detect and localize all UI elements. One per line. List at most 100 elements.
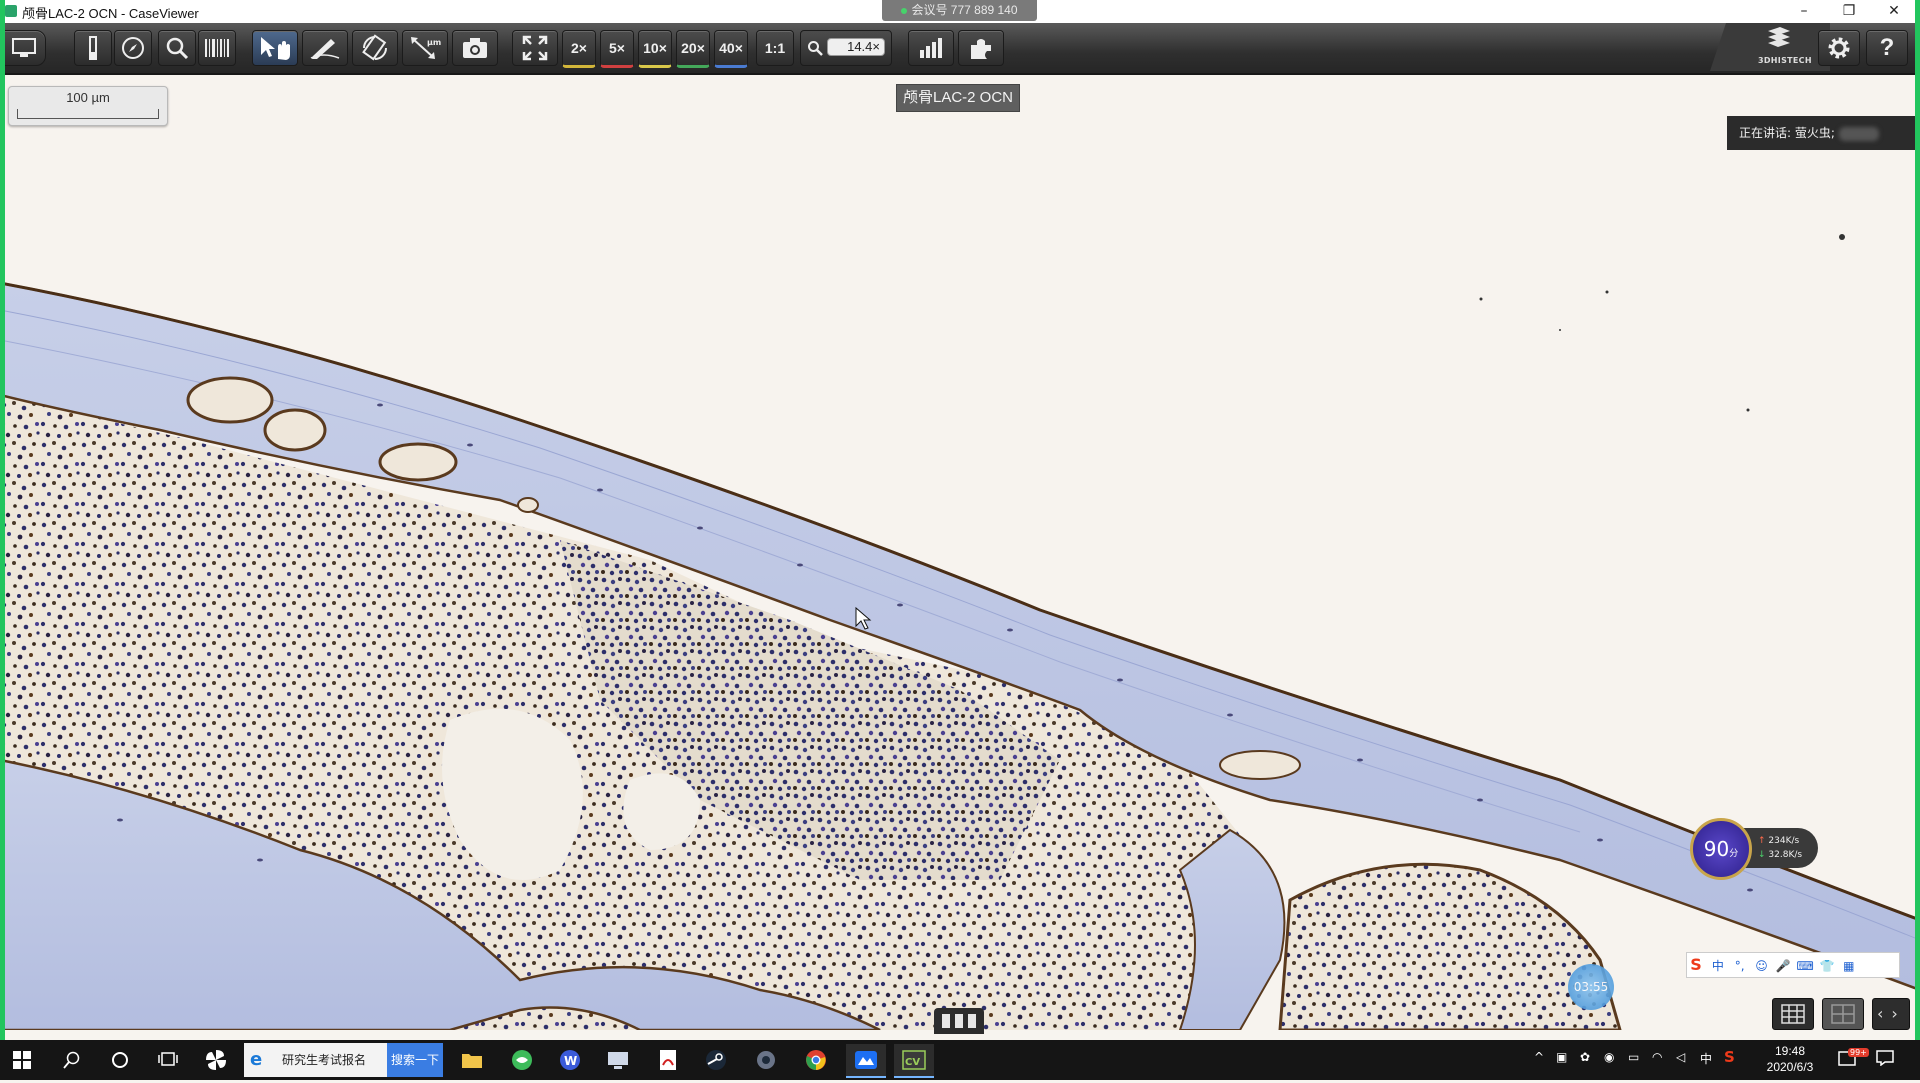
app-pinwheel[interactable] — [196, 1044, 236, 1076]
split-view-button[interactable] — [1822, 998, 1864, 1030]
start-button[interactable] — [2, 1044, 42, 1076]
meeting-id: 会议号 777 889 140 — [911, 3, 1018, 17]
ime-item[interactable]: 👕 — [1818, 954, 1836, 978]
snapshot-button[interactable] — [452, 30, 498, 66]
ime-item[interactable]: ⌨ — [1796, 954, 1814, 978]
filmstrip-icon — [968, 1014, 976, 1028]
task-view-icon — [158, 1052, 178, 1066]
ime-toolbar[interactable]: S 中 °, ☺ 🎤 ⌨ 👕 ▦ — [1686, 952, 1900, 978]
app-monitor-button[interactable] — [598, 1044, 638, 1076]
help-button[interactable]: ? — [1866, 30, 1908, 66]
tray-app-icon[interactable]: ▣ — [1556, 1050, 1567, 1064]
mag-5x-button[interactable]: 5× — [600, 30, 634, 68]
search-button[interactable] — [52, 1044, 92, 1076]
computer-icon — [608, 1052, 628, 1069]
close-button[interactable]: ✕ — [1883, 1, 1905, 21]
svg-text:µm: µm — [427, 38, 441, 47]
display-button[interactable] — [2, 30, 46, 66]
mag-10x-button[interactable]: 10× — [638, 30, 672, 68]
meeting-app-icon — [855, 1051, 877, 1069]
scale-bar: 100 µm — [8, 86, 168, 126]
compass-icon — [122, 37, 144, 59]
ime-item[interactable]: ☺ — [1752, 954, 1770, 978]
pdf-reader-button[interactable] — [648, 1044, 688, 1076]
search-icon — [808, 41, 823, 56]
fit-to-screen-button[interactable] — [512, 30, 558, 66]
wps-button[interactable]: W — [550, 1044, 590, 1076]
gear-icon — [1828, 37, 1850, 59]
app-icon — [5, 5, 17, 17]
scale-bar-label: 100 µm — [66, 90, 110, 105]
recording-timer[interactable]: 03:55 — [1568, 964, 1614, 1010]
upload-speed: 234K/s — [1768, 836, 1800, 846]
network-widget[interactable]: ↑ 234K/s ↓ 32.8K/s 90分 — [1690, 818, 1830, 880]
app-green-button[interactable] — [502, 1044, 542, 1076]
mag-40x-button[interactable]: 40× — [714, 30, 748, 68]
tray-app-icon[interactable]: ✿ — [1580, 1050, 1590, 1064]
chevron-right-icon[interactable]: › — [1883, 1004, 1897, 1023]
annotation-button[interactable] — [302, 30, 348, 66]
battery-icon[interactable]: ▭ — [1628, 1050, 1639, 1064]
grid-icon — [1781, 1004, 1805, 1024]
zoom-input[interactable]: 14.4× — [827, 38, 885, 56]
plugins-button[interactable] — [958, 30, 1004, 66]
grid-view-button[interactable] — [1772, 998, 1814, 1030]
network-score-value: 90 — [1703, 837, 1730, 861]
action-center-button[interactable] — [1876, 1050, 1896, 1068]
view-layout-buttons: ‹ › — [1772, 998, 1912, 1030]
search-submit-button[interactable]: 搜索一下 — [387, 1043, 443, 1077]
magnifier-button[interactable] — [158, 30, 196, 66]
browser-search-input[interactable]: e 研究生考试报名 — [244, 1043, 387, 1077]
ime-item[interactable]: °, — [1731, 954, 1749, 978]
caseviewer-button[interactable]: CV — [894, 1044, 934, 1078]
tray-app-icon[interactable]: ◉ — [1604, 1050, 1614, 1064]
ime-item[interactable]: ▦ — [1840, 954, 1858, 978]
filmstrip-toggle[interactable] — [934, 1008, 984, 1034]
histogram-button[interactable] — [908, 30, 954, 66]
scale-ruler — [17, 109, 159, 119]
brand-logo: 3DHISTECH — [1710, 23, 1830, 71]
slide-button[interactable] — [74, 30, 112, 66]
clock[interactable]: 19:48 2020/6/3 — [1762, 1043, 1818, 1075]
meeting-app-button[interactable] — [846, 1044, 886, 1078]
pan-tool-button[interactable] — [252, 30, 298, 66]
expand-icon — [522, 35, 548, 61]
camera-icon — [463, 38, 487, 58]
chevron-up-icon[interactable]: ^ — [1534, 1050, 1544, 1064]
settings-button[interactable] — [1818, 30, 1860, 66]
clock-date: 2020/6/3 — [1766, 1060, 1814, 1074]
cortana-button[interactable] — [100, 1044, 140, 1076]
ime-item[interactable]: 🎤 — [1774, 954, 1792, 978]
measure-button[interactable]: µm — [402, 30, 448, 66]
wifi-icon[interactable]: ◠ — [1652, 1050, 1662, 1064]
mag-20x-button[interactable]: 20× — [676, 30, 710, 68]
chevron-left-icon[interactable]: ‹ — [1873, 1004, 1883, 1023]
filmstrip-icon — [955, 1014, 963, 1028]
navigator-button[interactable] — [114, 30, 152, 66]
one-to-one-button[interactable]: 1:1 — [756, 30, 794, 66]
minimize-button[interactable]: – — [1793, 1, 1815, 21]
volume-icon[interactable]: ◁ — [1676, 1050, 1685, 1064]
ime-item[interactable]: 中 — [1709, 954, 1727, 978]
download-speed: 32.8K/s — [1768, 850, 1803, 860]
network-score: 90分 — [1690, 818, 1752, 880]
chrome-button[interactable] — [796, 1044, 836, 1076]
prev-next-buttons[interactable]: ‹ › — [1872, 998, 1910, 1030]
barcode-button[interactable] — [198, 30, 236, 66]
toolbar: µm 2× 5× 10× 20× 40× 1:1 14.4× 3DHISTECH… — [0, 23, 1920, 75]
file-explorer-button[interactable] — [452, 1044, 492, 1076]
monitor-icon — [12, 38, 36, 57]
mag-2x-button[interactable]: 2× — [562, 30, 596, 68]
sogou-tray-icon[interactable]: S — [1724, 1048, 1735, 1066]
ruler-measure-icon: µm — [411, 37, 441, 59]
app-gear-button[interactable] — [746, 1044, 786, 1076]
task-view-button[interactable] — [148, 1044, 188, 1076]
pointer-hand-icon — [261, 37, 290, 60]
rotate-button[interactable] — [352, 30, 398, 66]
meeting-banner[interactable]: 会议号 777 889 140 — [882, 0, 1037, 21]
slide-viewer[interactable] — [0, 75, 1920, 1030]
notifications-button[interactable]: 99+ — [1838, 1048, 1869, 1068]
steam-button[interactable] — [696, 1044, 736, 1076]
ime-mode-indicator[interactable]: 中 — [1700, 1050, 1712, 1067]
restore-button[interactable]: ❐ — [1838, 1, 1860, 21]
